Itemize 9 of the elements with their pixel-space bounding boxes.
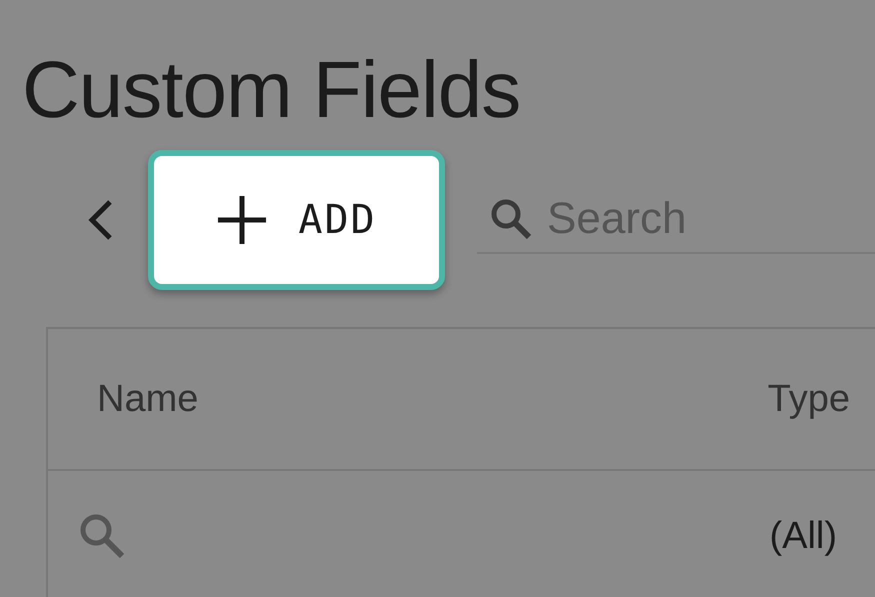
search-icon (78, 512, 126, 560)
type-filter[interactable]: (All) (769, 508, 837, 564)
chevron-left-icon (86, 198, 114, 242)
search-icon (489, 197, 533, 241)
add-button[interactable]: ADD (148, 150, 445, 290)
page-title: Custom Fields (22, 50, 520, 130)
column-header: Name (97, 376, 198, 422)
column-header: Type (768, 376, 850, 422)
plus-icon (216, 194, 268, 246)
